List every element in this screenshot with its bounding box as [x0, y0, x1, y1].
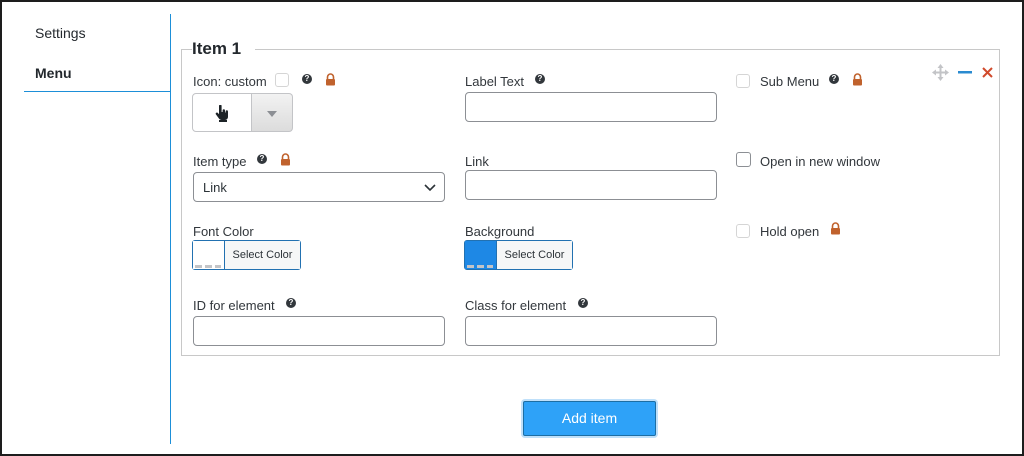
lock-icon [326, 73, 335, 86]
help-icon[interactable]: ? [286, 298, 296, 308]
minus-icon[interactable] [958, 71, 972, 74]
open-new-window-checkbox[interactable] [736, 152, 751, 167]
sub-menu-label: Sub Menu [760, 74, 820, 89]
icon-dropdown-button[interactable] [252, 93, 293, 132]
background-color-swatch [465, 241, 496, 269]
link-input[interactable] [465, 170, 717, 200]
open-new-window-label: Open in new window [760, 154, 880, 169]
label-text-input[interactable] [465, 92, 717, 122]
id-element-label: ID for element [193, 298, 275, 313]
sidebar-item-menu[interactable]: Menu [35, 65, 72, 81]
hand-pointer-icon [215, 105, 228, 122]
sub-menu-checkbox[interactable] [736, 74, 750, 88]
help-icon[interactable]: ? [829, 74, 839, 84]
chevron-down-icon [424, 184, 436, 192]
icon-picker[interactable] [192, 93, 293, 132]
font-color-label: Font Color [193, 224, 254, 239]
sidebar-item-settings[interactable]: Settings [35, 25, 86, 41]
font-color-select-button[interactable]: Select Color [224, 241, 300, 269]
help-icon[interactable]: ? [535, 74, 545, 84]
help-icon[interactable]: ? [302, 74, 312, 84]
background-select-button[interactable]: Select Color [496, 241, 572, 269]
help-icon[interactable]: ? [257, 154, 267, 164]
sidebar: Settings Menu [24, 14, 171, 444]
item-title: Item 1 [192, 39, 256, 59]
link-label: Link [465, 154, 489, 169]
font-color-picker[interactable]: Select Color [192, 240, 301, 270]
background-label: Background [465, 224, 535, 239]
lock-icon [281, 153, 290, 166]
move-arrows-icon[interactable] [932, 64, 949, 81]
add-item-button[interactable]: Add item [523, 401, 656, 436]
lock-icon [831, 222, 840, 235]
help-icon[interactable]: ? [578, 298, 588, 308]
icon-label: Icon: custom [193, 74, 267, 89]
item-type-select[interactable]: Link [193, 172, 445, 202]
label-text-label: Label Text [465, 74, 525, 89]
caret-down-icon [267, 111, 277, 117]
background-color-picker[interactable]: Select Color [464, 240, 573, 270]
hold-open-label: Hold open [760, 224, 820, 239]
close-icon[interactable] [982, 67, 993, 78]
icon-custom-checkbox[interactable] [275, 73, 289, 87]
class-element-label: Class for element [465, 298, 567, 313]
lock-icon [853, 73, 862, 86]
font-color-swatch [193, 241, 224, 269]
id-element-input[interactable] [193, 316, 445, 346]
active-tab-underline [24, 91, 171, 92]
icon-preview[interactable] [192, 93, 252, 132]
item-type-label: Item type [193, 154, 247, 169]
hold-open-checkbox[interactable] [736, 224, 750, 238]
item-type-value: Link [203, 180, 227, 195]
class-element-input[interactable] [465, 316, 717, 346]
